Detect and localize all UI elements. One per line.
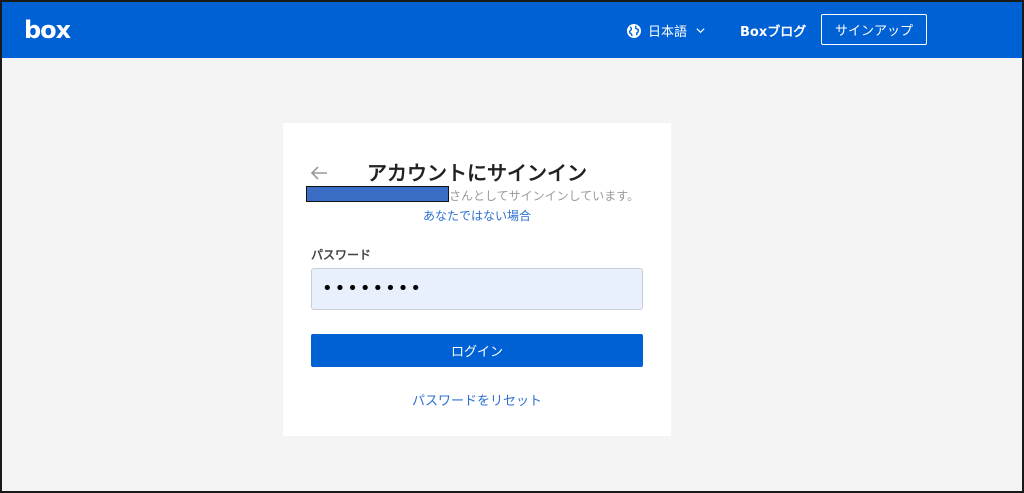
redacted-account-email	[306, 186, 449, 202]
login-button[interactable]: ログイン	[311, 334, 643, 367]
reset-password-link[interactable]: パスワードをリセット	[283, 390, 671, 409]
top-navigation-bar: box 日本語 Boxブログ サインアップ	[2, 2, 1022, 58]
page-title: アカウントにサインイン	[367, 161, 587, 185]
box-blog-link[interactable]: Boxブログ	[740, 21, 806, 40]
signed-in-as-text: さんとしてサインインしています。	[449, 189, 640, 203]
language-label: 日本語	[648, 25, 688, 40]
box-logo[interactable]: box	[24, 16, 71, 44]
chevron-down-icon	[696, 28, 705, 34]
not-you-link[interactable]: あなたではない場合	[283, 207, 671, 224]
signup-button[interactable]: サインアップ	[821, 14, 927, 45]
password-field[interactable]: ••••••••	[311, 268, 643, 310]
language-selector[interactable]: 日本語	[626, 21, 706, 40]
password-label: パスワード	[311, 248, 372, 262]
signin-card: アカウントにサインイン さんとしてサインインしています。 あなたではない場合 パ…	[283, 123, 671, 436]
globe-icon	[627, 23, 641, 38]
